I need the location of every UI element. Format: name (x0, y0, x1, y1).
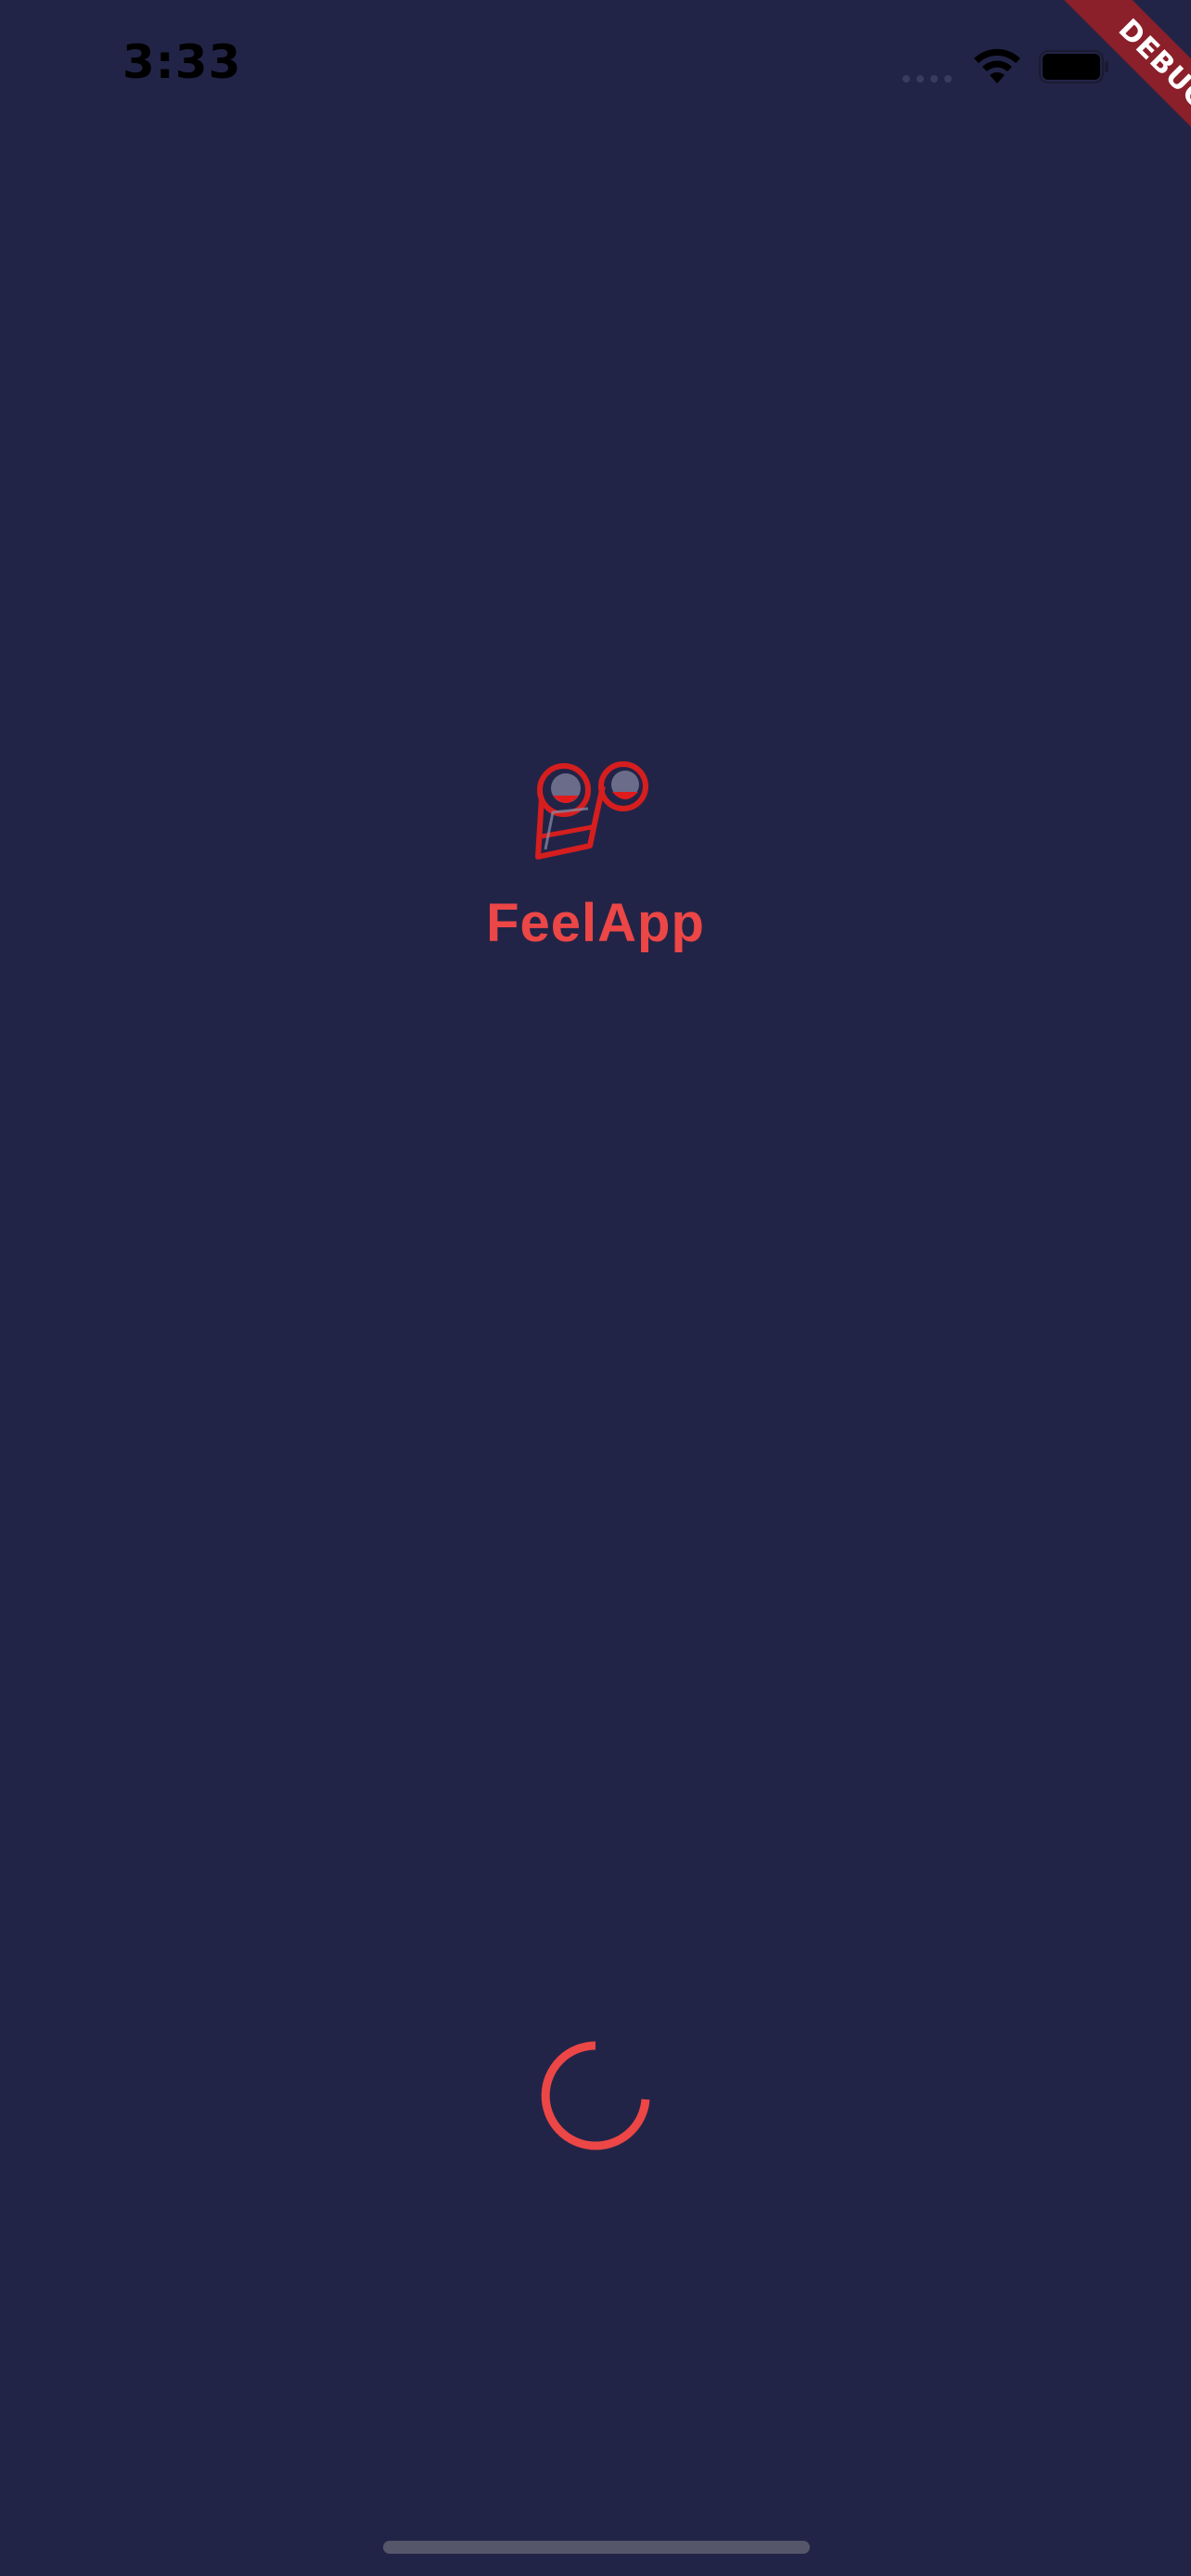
status-bar-time: 3:33 (122, 35, 242, 89)
home-indicator[interactable] (383, 2541, 810, 2554)
splash-screen: 3:33 DEBUG FeelApp (0, 0, 1191, 2576)
app-title: FeelApp (486, 893, 705, 953)
feelapp-face-logo-icon (535, 761, 648, 860)
cellular-signal-icon (903, 75, 952, 83)
debug-banner-label: DEBUG (1041, 0, 1191, 185)
debug-banner: DEBUG (1005, 0, 1191, 185)
loading-spinner-icon (541, 2041, 650, 2150)
